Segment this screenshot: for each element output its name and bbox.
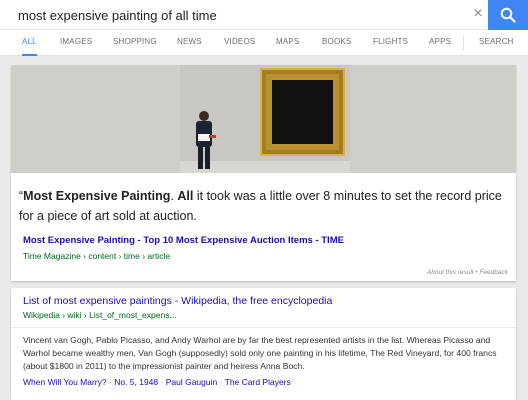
search-input[interactable] xyxy=(18,5,438,25)
tab-all[interactable]: ALL xyxy=(22,30,37,56)
sitelink-the-card-players[interactable]: The Card Players xyxy=(225,377,291,387)
auctioneer-figure xyxy=(196,111,216,169)
about-feedback-line: About this result • Feedback xyxy=(426,269,508,276)
featured-image[interactable] xyxy=(11,65,516,173)
featured-result-url: Time Magazine › content › time › article xyxy=(23,251,171,261)
divider xyxy=(11,327,516,328)
tab-search[interactable]: SEARCH xyxy=(479,30,514,56)
clear-icon[interactable]: × xyxy=(470,6,486,22)
result-sitelinks: When Will You Marry? · No. 5, 1948 · Pau… xyxy=(23,377,291,387)
search-button[interactable] xyxy=(488,0,528,30)
search-result-card: List of most expensive paintings - Wikip… xyxy=(11,288,516,400)
snippet-bold-word: All xyxy=(177,189,194,203)
tab-apps[interactable]: APPS xyxy=(429,30,451,56)
featured-snippet-text: “Most Expensive Painting. All it took wa… xyxy=(19,189,502,223)
tab-divider xyxy=(463,35,464,51)
painting-frame xyxy=(260,68,345,156)
sitelink-paul-gauguin[interactable]: Paul Gauguin xyxy=(166,377,218,387)
snippet-bold-phrase: Most Expensive Painting xyxy=(23,189,171,203)
painting-canvas xyxy=(272,80,333,144)
tab-videos[interactable]: VIDEOS xyxy=(224,30,255,56)
featured-result-title-link[interactable]: Most Expensive Painting - Top 10 Most Ex… xyxy=(23,235,344,246)
feedback-link[interactable]: Feedback xyxy=(479,269,508,276)
sitelink-no-5-1948[interactable]: No. 5, 1948 xyxy=(114,377,158,387)
search-tabs: ALL IMAGES SHOPPING NEWS VIDEOS MAPS BOO… xyxy=(0,30,528,56)
result-snippet: Vincent van Gogh, Pablo Picasso, and And… xyxy=(23,335,497,372)
tab-flights[interactable]: FLIGHTS xyxy=(373,30,408,56)
about-this-result-link[interactable]: About this result xyxy=(427,269,474,276)
tab-news[interactable]: NEWS xyxy=(177,30,202,56)
result-url: Wikipedia › wiki › List_of_most_expens..… xyxy=(23,310,177,320)
tab-shopping[interactable]: SHOPPING xyxy=(113,30,157,56)
sitelink-when-will-you-marry[interactable]: When Will You Marry? xyxy=(23,377,107,387)
search-bar: × xyxy=(0,0,528,30)
tab-books[interactable]: BOOKS xyxy=(322,30,351,56)
search-icon xyxy=(500,7,516,23)
featured-snippet-card: “Most Expensive Painting. All it took wa… xyxy=(11,65,516,281)
tab-maps[interactable]: MAPS xyxy=(276,30,299,56)
tab-images[interactable]: IMAGES xyxy=(60,30,92,56)
result-title-link[interactable]: List of most expensive paintings - Wikip… xyxy=(23,295,332,307)
